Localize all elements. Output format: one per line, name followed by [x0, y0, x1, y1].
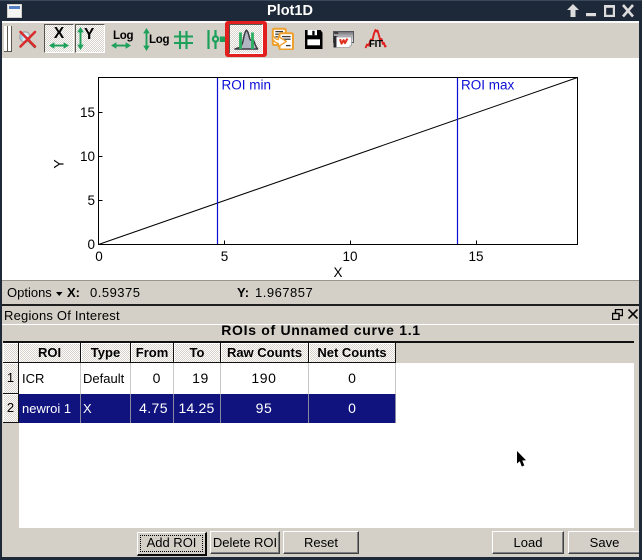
svg-text:5: 5: [87, 193, 95, 208]
svg-text:Y: Y: [51, 159, 67, 169]
svg-text:15: 15: [80, 105, 95, 120]
svg-text:ROI min: ROI min: [222, 78, 272, 93]
svg-text:0: 0: [87, 237, 95, 252]
svg-text:ROI max: ROI max: [461, 78, 515, 93]
svg-text:FIT: FIT: [369, 39, 383, 49]
svg-text:10: 10: [80, 149, 95, 164]
svg-text:0: 0: [95, 249, 103, 264]
svg-text:10: 10: [342, 249, 357, 264]
svg-text:5: 5: [221, 249, 229, 264]
svg-text:X: X: [333, 265, 342, 280]
svg-text:15: 15: [468, 249, 483, 264]
